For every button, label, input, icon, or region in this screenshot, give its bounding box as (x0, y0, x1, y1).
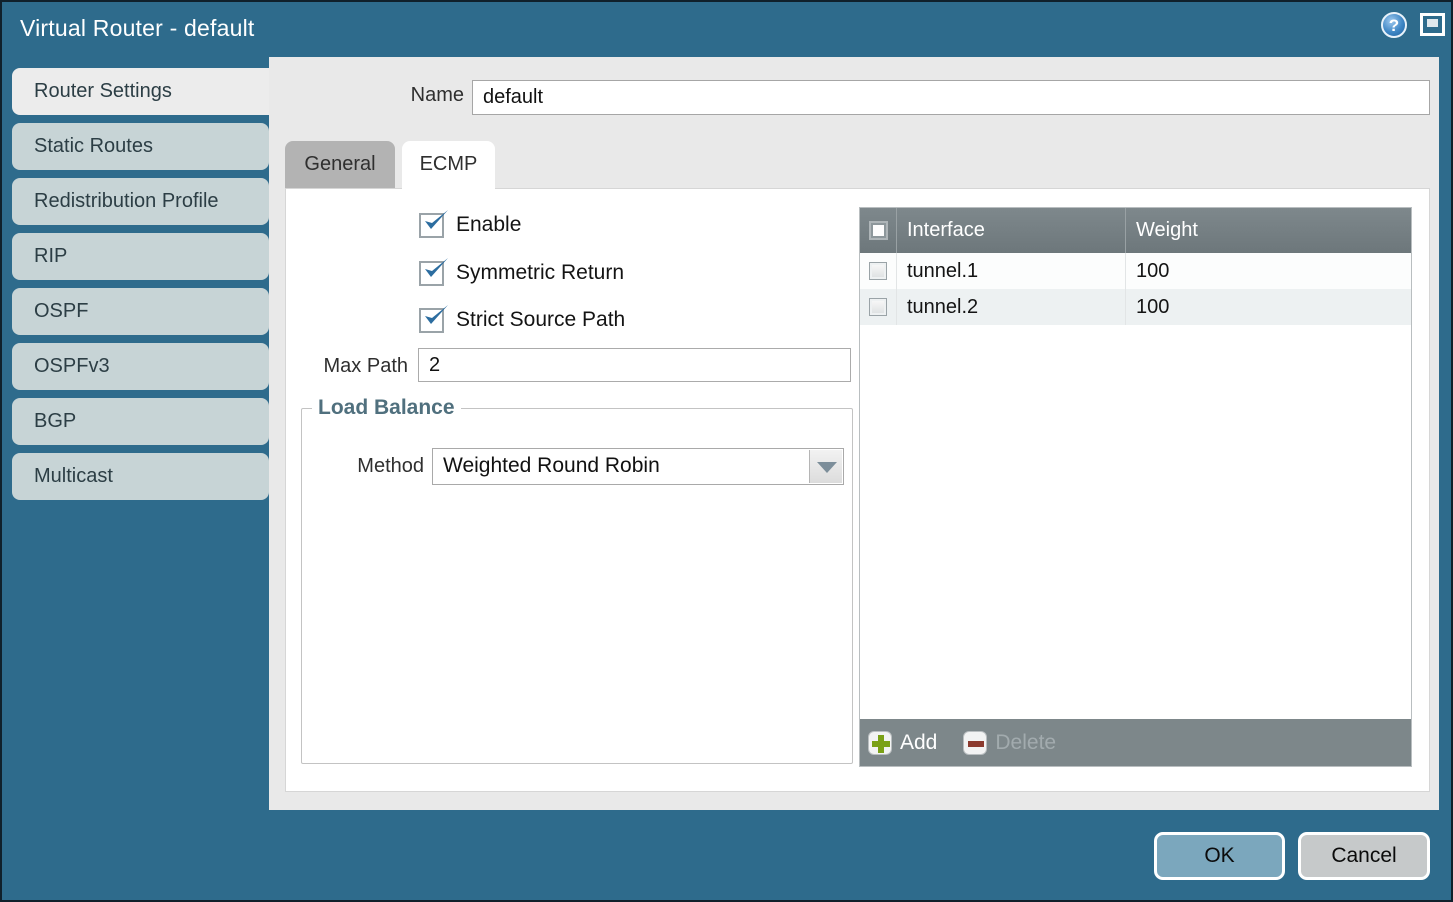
name-input[interactable] (472, 80, 1430, 115)
method-dropdown[interactable]: Weighted Round Robin (432, 448, 844, 485)
chevron-down-icon[interactable] (809, 450, 842, 483)
help-icon[interactable]: ? (1381, 12, 1407, 38)
method-label: Method (312, 455, 424, 478)
tab-general[interactable]: General (285, 141, 395, 188)
table-row[interactable]: tunnel.2 100 (860, 289, 1411, 325)
dialog-title: Virtual Router - default (20, 15, 255, 42)
symmetric-return-checkbox[interactable] (419, 261, 444, 286)
sidebar-item-multicast[interactable]: Multicast (12, 453, 269, 500)
table-header: Interface Weight (860, 208, 1411, 253)
strict-source-path-label: Strict Source Path (456, 308, 625, 332)
sidebar-item-bgp[interactable]: BGP (12, 398, 269, 445)
title-bar: Virtual Router - default ? (2, 2, 1451, 57)
window-icon[interactable] (1420, 13, 1445, 36)
select-all-cell (860, 208, 897, 253)
ecmp-interface-table: Interface Weight tunnel.1 100 tunnel.2 1… (859, 207, 1412, 767)
strict-source-path-checkbox[interactable] (419, 308, 444, 333)
table-row[interactable]: tunnel.1 100 (860, 253, 1411, 289)
weight-cell: 100 (1126, 289, 1411, 325)
sidebar-item-redistribution-profile[interactable]: Redistribution Profile (12, 178, 269, 225)
sidebar-item-router-settings[interactable]: Router Settings (12, 68, 271, 115)
checkmark-icon (422, 209, 454, 241)
row-checkbox-cell (860, 289, 897, 325)
select-all-checkbox[interactable] (869, 221, 888, 240)
sidebar-item-rip[interactable]: RIP (12, 233, 269, 280)
enable-checkbox[interactable] (419, 213, 444, 238)
weight-cell: 100 (1126, 253, 1411, 289)
sidebar-item-static-routes[interactable]: Static Routes (12, 123, 269, 170)
sidebar-item-ospfv3[interactable]: OSPFv3 (12, 343, 269, 390)
sidebar: Router Settings Static Routes Redistribu… (12, 68, 269, 500)
interface-cell: tunnel.2 (897, 289, 1126, 325)
delete-button-label: Delete (995, 731, 1056, 755)
load-balance-legend: Load Balance (312, 396, 461, 420)
symmetric-return-checkbox-row[interactable]: Symmetric Return (419, 259, 624, 287)
checkmark-icon (422, 257, 454, 289)
row-checkbox[interactable] (869, 262, 887, 280)
max-path-label: Max Path (286, 355, 408, 378)
interface-cell: tunnel.1 (897, 253, 1126, 289)
sidebar-item-ospf[interactable]: OSPF (12, 288, 269, 335)
add-button-label: Add (900, 731, 937, 755)
column-header-interface: Interface (897, 208, 1126, 253)
tab-ecmp[interactable]: ECMP (402, 141, 495, 192)
method-value: Weighted Round Robin (443, 454, 660, 478)
strict-source-path-checkbox-row[interactable]: Strict Source Path (419, 306, 625, 334)
load-balance-fieldset: Load Balance Method Weighted Round Robin (301, 396, 853, 764)
max-path-input[interactable] (418, 348, 851, 382)
column-header-weight: Weight (1126, 208, 1411, 253)
row-checkbox-cell (860, 253, 897, 289)
table-footer: Add Delete (860, 719, 1411, 766)
checkmark-icon (422, 304, 454, 336)
cancel-button[interactable]: Cancel (1298, 832, 1430, 880)
enable-label: Enable (456, 213, 521, 237)
ok-button[interactable]: OK (1154, 832, 1285, 880)
add-button[interactable]: Add (868, 731, 937, 755)
delete-button[interactable]: Delete (963, 731, 1056, 755)
minus-icon (963, 731, 987, 755)
plus-icon (868, 731, 892, 755)
name-label: Name (302, 84, 464, 107)
row-checkbox[interactable] (869, 298, 887, 316)
enable-checkbox-row[interactable]: Enable (419, 211, 521, 239)
symmetric-return-label: Symmetric Return (456, 261, 624, 285)
